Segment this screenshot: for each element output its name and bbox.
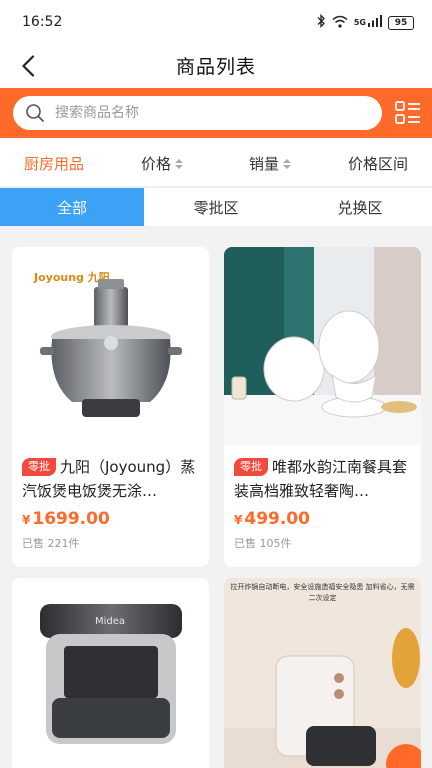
product-image: 拉开炸锅自动断电，安全设施造福安全隐患 加料省心，无需二次设定 (224, 578, 421, 768)
search-bar (0, 88, 432, 138)
filter-category[interactable]: 厨房用品 (24, 153, 84, 174)
wifi-icon (332, 15, 348, 31)
product-name: 零批 唯都水韵江南餐具套装高档雅致轻奢陶… (234, 455, 411, 503)
product-promo-text: 拉开炸锅自动断电，安全设施造福安全隐患 加料省心，无需二次设定 (230, 583, 415, 602)
segment-all[interactable]: 全部 (0, 188, 144, 226)
product-name: 零批 九阳（Joyoung）蒸汽饭煲电饭煲无涂… (22, 455, 199, 503)
search-input[interactable] (55, 105, 355, 121)
currency-symbol: ¥ (22, 513, 31, 527)
filter-sales-label: 销量 (249, 155, 280, 173)
filter-price[interactable]: 价格 (141, 153, 184, 174)
retail-tag: 零批 (234, 458, 268, 476)
sort-arrows-icon (175, 158, 184, 169)
segment-exchange[interactable]: 兑换区 (288, 188, 432, 226)
signal-icon (368, 15, 382, 30)
retail-tag: 零批 (22, 458, 56, 476)
list-layout-icon[interactable] (394, 99, 422, 127)
search-box[interactable] (13, 96, 382, 130)
filter-bar: 厨房用品 价格 销量 价格区间 (0, 138, 432, 187)
product-image: Joyoung 九阳 (12, 247, 209, 445)
segment-bar: 全部 零批区 兑换区 (0, 188, 432, 226)
filter-sales[interactable]: 销量 (249, 153, 292, 174)
price-value: 1699.00 (32, 509, 110, 529)
rice-cooker-photo (40, 279, 182, 417)
network-label: 5G (353, 18, 366, 27)
title-bar: 商品列表 (0, 44, 432, 88)
status-icons: 5G 95 (316, 13, 414, 31)
product-card[interactable]: Midea (12, 578, 209, 768)
currency-symbol: ¥ (234, 513, 243, 527)
filter-price-range-label: 价格区间 (348, 155, 409, 173)
battery-icon: 95 (388, 15, 414, 30)
product-card[interactable]: 拉开炸锅自动断电，安全设施造福安全隐患 加料省心，无需二次设定 (224, 578, 421, 768)
price-value: 499.00 (244, 509, 310, 529)
product-price: ¥1699.00 (22, 509, 199, 529)
product-card[interactable]: 零批 唯都水韵江南餐具套装高档雅致轻奢陶… ¥499.00 已售 105件 (224, 247, 421, 567)
bluetooth-icon (316, 13, 326, 31)
multicooker-photo (40, 604, 182, 744)
sold-count: 已售 221件 (22, 537, 80, 550)
tableware-photo (224, 247, 421, 445)
air-fryer-photo (224, 578, 421, 768)
filter-category-label: 厨房用品 (24, 155, 85, 173)
product-grid: Joyoung 九阳 零批 九阳（Joyoung）蒸汽饭煲电饭煲无涂… ¥ 16… (0, 226, 432, 768)
sold-count: 已售 105件 (234, 537, 292, 550)
status-time: 16:52 (22, 14, 63, 30)
product-price: ¥499.00 (234, 509, 411, 529)
product-image (224, 247, 421, 445)
segment-retail[interactable]: 零批区 (144, 188, 288, 226)
screen: 16:52 5G 95 商品列表 搜索商品名称 厨房用品 价格 销量 价格区间 … (0, 0, 432, 768)
brand-logo: Midea (95, 616, 126, 627)
filter-price-range[interactable]: 价格区间 (348, 153, 408, 174)
status-bar: 16:52 5G 95 (0, 0, 432, 44)
product-image: Midea (12, 578, 209, 768)
filter-price-label: 价格 (141, 155, 172, 173)
product-card[interactable]: Joyoung 九阳 零批 九阳（Joyoung）蒸汽饭煲电饭煲无涂… ¥ 16… (12, 247, 209, 567)
search-icon (26, 104, 44, 122)
sort-arrows-icon (283, 158, 292, 169)
page-title: 商品列表 (175, 56, 256, 78)
